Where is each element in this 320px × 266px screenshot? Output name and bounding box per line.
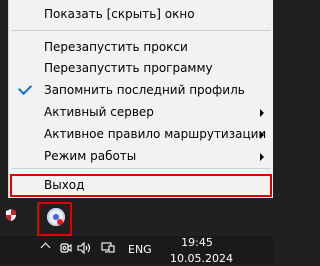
menu-item-exit[interactable]: Выход xyxy=(9,174,274,197)
submenu-arrow-icon xyxy=(260,109,264,117)
highlight-frame xyxy=(10,174,272,197)
menu-item-work-mode[interactable]: Режим работы xyxy=(9,145,274,167)
menu-item-label: Перезапустить прокси xyxy=(44,40,188,54)
menu-item-restart-proxy[interactable]: Перезапустить прокси xyxy=(9,36,274,58)
submenu-arrow-icon xyxy=(260,153,264,161)
menu-item-remember-last-profile[interactable]: Запомнить последний профиль xyxy=(9,79,274,101)
clock-time[interactable]: 19:45 xyxy=(175,236,219,250)
checkmark-icon xyxy=(17,80,33,96)
network-icon[interactable] xyxy=(100,240,116,256)
menu-item-label: Показать [скрыть] окно xyxy=(44,7,195,21)
app-tray-icon[interactable] xyxy=(47,208,65,226)
menu-item-restart-program[interactable]: Перезапустить программу xyxy=(9,57,274,79)
volume-icon[interactable] xyxy=(76,240,92,256)
menu-item-label: Режим работы xyxy=(44,149,137,163)
tray-context-menu: Показать [скрыть] окно Перезапустить про… xyxy=(8,0,273,198)
menu-item-show-hide-window[interactable]: Показать [скрыть] окно xyxy=(9,3,274,25)
menu-item-label: Активное правило маршрутизации xyxy=(44,127,267,141)
security-shield-icon[interactable] xyxy=(4,208,18,222)
language-indicator[interactable]: ENG xyxy=(128,243,152,257)
camera-icon[interactable] xyxy=(58,240,74,256)
menu-item-active-server[interactable]: Активный сервер xyxy=(9,101,274,123)
menu-item-label: Активный сервер xyxy=(44,105,154,119)
menu-item-label: Перезапустить программу xyxy=(44,61,213,75)
menu-item-label: Запомнить последний профиль xyxy=(44,83,245,97)
submenu-arrow-icon xyxy=(260,131,264,139)
menu-item-active-routing-rule[interactable]: Активное правило маршрутизации xyxy=(9,123,274,145)
menu-separator xyxy=(11,30,271,31)
menu-separator xyxy=(11,168,271,169)
